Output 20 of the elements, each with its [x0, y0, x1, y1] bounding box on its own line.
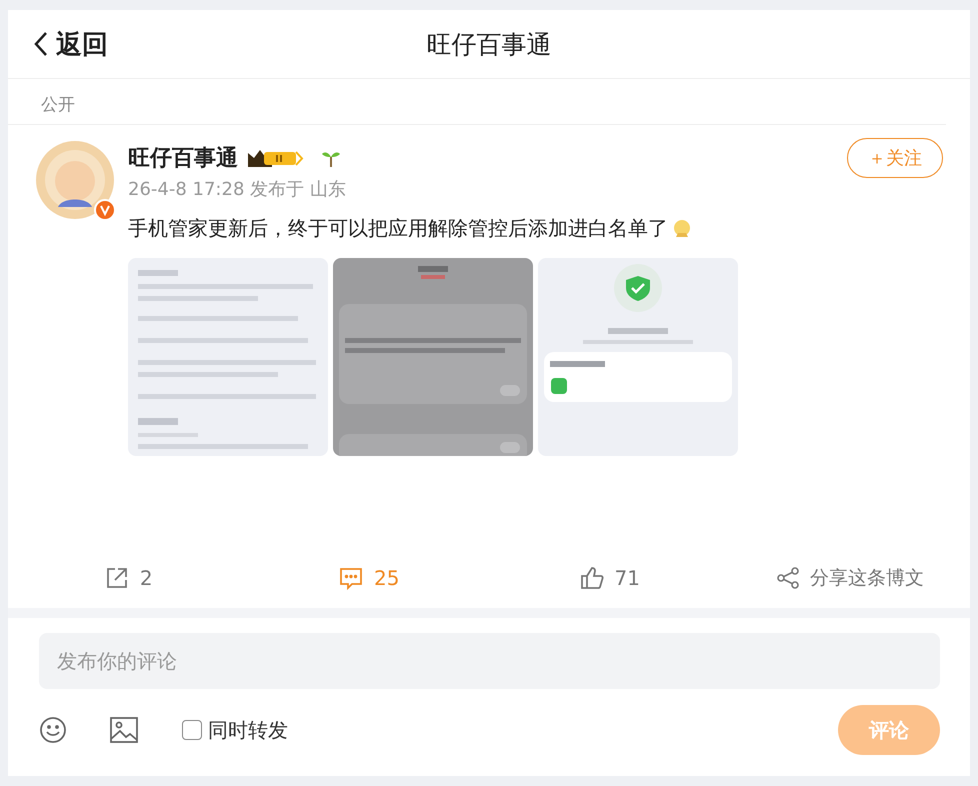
- smiley-icon[interactable]: [39, 716, 67, 744]
- post-text: 手机管家更新后，终于可以把应用解除管控后添加进白名单了: [128, 215, 668, 242]
- comment-icon[interactable]: [338, 565, 364, 591]
- repost-count[interactable]: 2: [140, 566, 153, 590]
- like-count[interactable]: 71: [614, 566, 640, 590]
- visibility-label: 公开: [8, 79, 946, 125]
- repost-checkbox[interactable]: 同时转发: [182, 716, 288, 744]
- page-title: 旺仔百事通: [426, 28, 552, 60]
- thumbs-up-icon[interactable]: [578, 565, 605, 591]
- image-icon[interactable]: [110, 717, 138, 743]
- back-button[interactable]: 返回: [34, 26, 108, 62]
- comment-input-field[interactable]: 发布你的评论: [39, 633, 940, 689]
- author-name[interactable]: 旺仔百事通: [128, 143, 238, 173]
- post-meta: 26-4-8 17:28 发布于 山东: [128, 178, 347, 201]
- follow-button[interactable]: ＋关注: [847, 138, 943, 178]
- chevron-left-icon: [34, 31, 48, 57]
- comment-count[interactable]: 25: [374, 566, 400, 590]
- share-count[interactable]: 分享这条博文: [810, 565, 924, 591]
- avatar[interactable]: [36, 141, 114, 219]
- share-icon[interactable]: [776, 566, 800, 590]
